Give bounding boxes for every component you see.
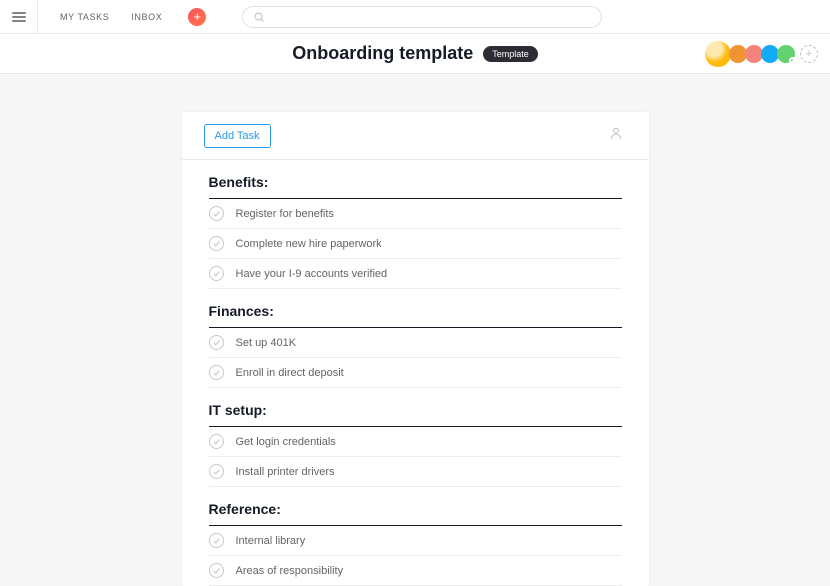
hamburger-icon <box>12 12 26 22</box>
project-header: Onboarding template Template + <box>0 34 830 74</box>
section-heading[interactable]: Benefits: <box>209 160 622 199</box>
add-task-button[interactable]: Add Task <box>204 124 271 148</box>
check-icon[interactable] <box>209 533 224 548</box>
task-row[interactable]: Register for benefits <box>209 199 622 229</box>
task-label: Install printer drivers <box>236 466 335 478</box>
check-icon[interactable] <box>209 335 224 350</box>
template-badge: Template <box>483 46 538 62</box>
check-icon[interactable] <box>209 266 224 281</box>
check-icon[interactable] <box>209 365 224 380</box>
task-label: Register for benefits <box>236 208 334 220</box>
section: Finances: Set up 401K Enroll in direct d… <box>182 289 649 388</box>
section: IT setup: Get login credentials Install … <box>182 388 649 487</box>
nav-link-inbox[interactable]: INBOX <box>131 12 162 22</box>
task-row[interactable]: Get login credentials <box>209 427 622 457</box>
search-field[interactable] <box>242 6 602 28</box>
person-icon[interactable] <box>609 126 623 145</box>
check-icon[interactable] <box>209 236 224 251</box>
avatar[interactable] <box>777 45 795 63</box>
task-label: Set up 401K <box>236 337 297 349</box>
avatar[interactable] <box>705 41 731 67</box>
check-icon[interactable] <box>209 434 224 449</box>
task-row[interactable]: Internal library <box>209 526 622 556</box>
add-collaborator-button[interactable]: + <box>800 45 818 63</box>
task-row[interactable]: Areas of responsibility <box>209 556 622 586</box>
task-row[interactable]: Enroll in direct deposit <box>209 358 622 388</box>
check-icon[interactable] <box>209 563 224 578</box>
task-label: Internal library <box>236 535 306 547</box>
sidebar-toggle-button[interactable] <box>0 0 38 34</box>
check-icon[interactable] <box>209 206 224 221</box>
task-row[interactable]: Have your I-9 accounts verified <box>209 259 622 289</box>
task-row[interactable]: Set up 401K <box>209 328 622 358</box>
task-list-card: Add Task Benefits: Register for benefits… <box>182 112 649 586</box>
task-label: Areas of responsibility <box>236 565 344 577</box>
section-heading[interactable]: Finances: <box>209 289 622 328</box>
top-nav: MY TASKS INBOX <box>0 0 830 34</box>
collaborators: + <box>705 41 818 67</box>
section-heading[interactable]: IT setup: <box>209 388 622 427</box>
task-label: Get login credentials <box>236 436 336 448</box>
section: Benefits: Register for benefits Complete… <box>182 160 649 289</box>
card-action-bar: Add Task <box>182 112 649 160</box>
task-row[interactable]: Install printer drivers <box>209 457 622 487</box>
search-icon <box>253 11 265 23</box>
section-heading[interactable]: Reference: <box>209 487 622 526</box>
create-button[interactable] <box>188 8 206 26</box>
project-title: Onboarding template <box>292 43 473 64</box>
section: Reference: Internal library Areas of res… <box>182 487 649 586</box>
task-label: Enroll in direct deposit <box>236 367 344 379</box>
check-icon[interactable] <box>209 464 224 479</box>
task-label: Complete new hire paperwork <box>236 238 382 250</box>
task-label: Have your I-9 accounts verified <box>236 268 388 280</box>
search-input[interactable] <box>271 11 601 23</box>
nav-link-my-tasks[interactable]: MY TASKS <box>60 12 109 22</box>
task-row[interactable]: Complete new hire paperwork <box>209 229 622 259</box>
